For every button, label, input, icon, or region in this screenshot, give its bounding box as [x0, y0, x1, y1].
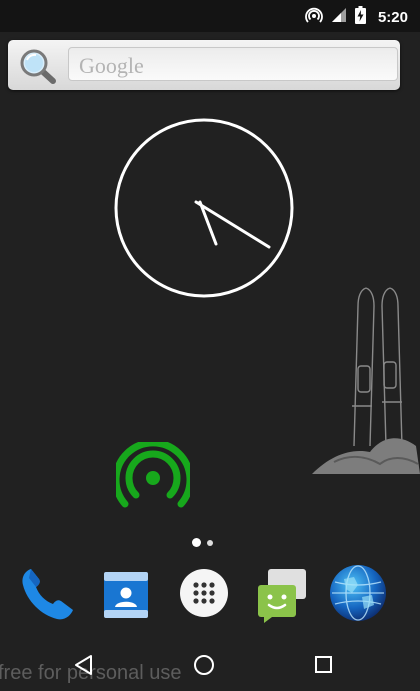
navigation-bar — [0, 636, 420, 680]
dock-messaging-icon[interactable] — [252, 563, 312, 623]
page-dot — [207, 540, 213, 546]
search-placeholder: Google — [79, 53, 144, 78]
page-dot-active — [192, 538, 201, 547]
home-icon[interactable] — [184, 646, 224, 686]
search-input[interactable]: Google — [68, 47, 398, 81]
hotspot-app-icon[interactable] — [112, 439, 194, 514]
status-bar: 5:20 — [0, 0, 420, 32]
dock-globe-icon[interactable] — [328, 563, 388, 623]
status-time: 5:20 — [377, 8, 408, 26]
page-indicator — [190, 537, 220, 549]
battery-charging-icon — [354, 5, 366, 29]
google-search-widget[interactable]: Google — [8, 40, 400, 90]
analog-clock-widget[interactable] — [110, 114, 298, 302]
back-icon[interactable] — [64, 646, 104, 686]
wallpaper-ski-illustration — [310, 286, 420, 476]
dock-contacts-icon[interactable] — [96, 563, 156, 623]
recents-icon[interactable] — [304, 646, 344, 686]
dock-apps-icon[interactable] — [174, 563, 234, 623]
search-icon[interactable] — [16, 46, 60, 86]
status-icons: 5:20 — [305, 5, 408, 29]
dock-phone-icon[interactable] — [17, 563, 77, 623]
signal-icon — [331, 7, 347, 28]
hotspot-icon — [305, 6, 323, 29]
clock-minute-hand — [194, 200, 271, 249]
